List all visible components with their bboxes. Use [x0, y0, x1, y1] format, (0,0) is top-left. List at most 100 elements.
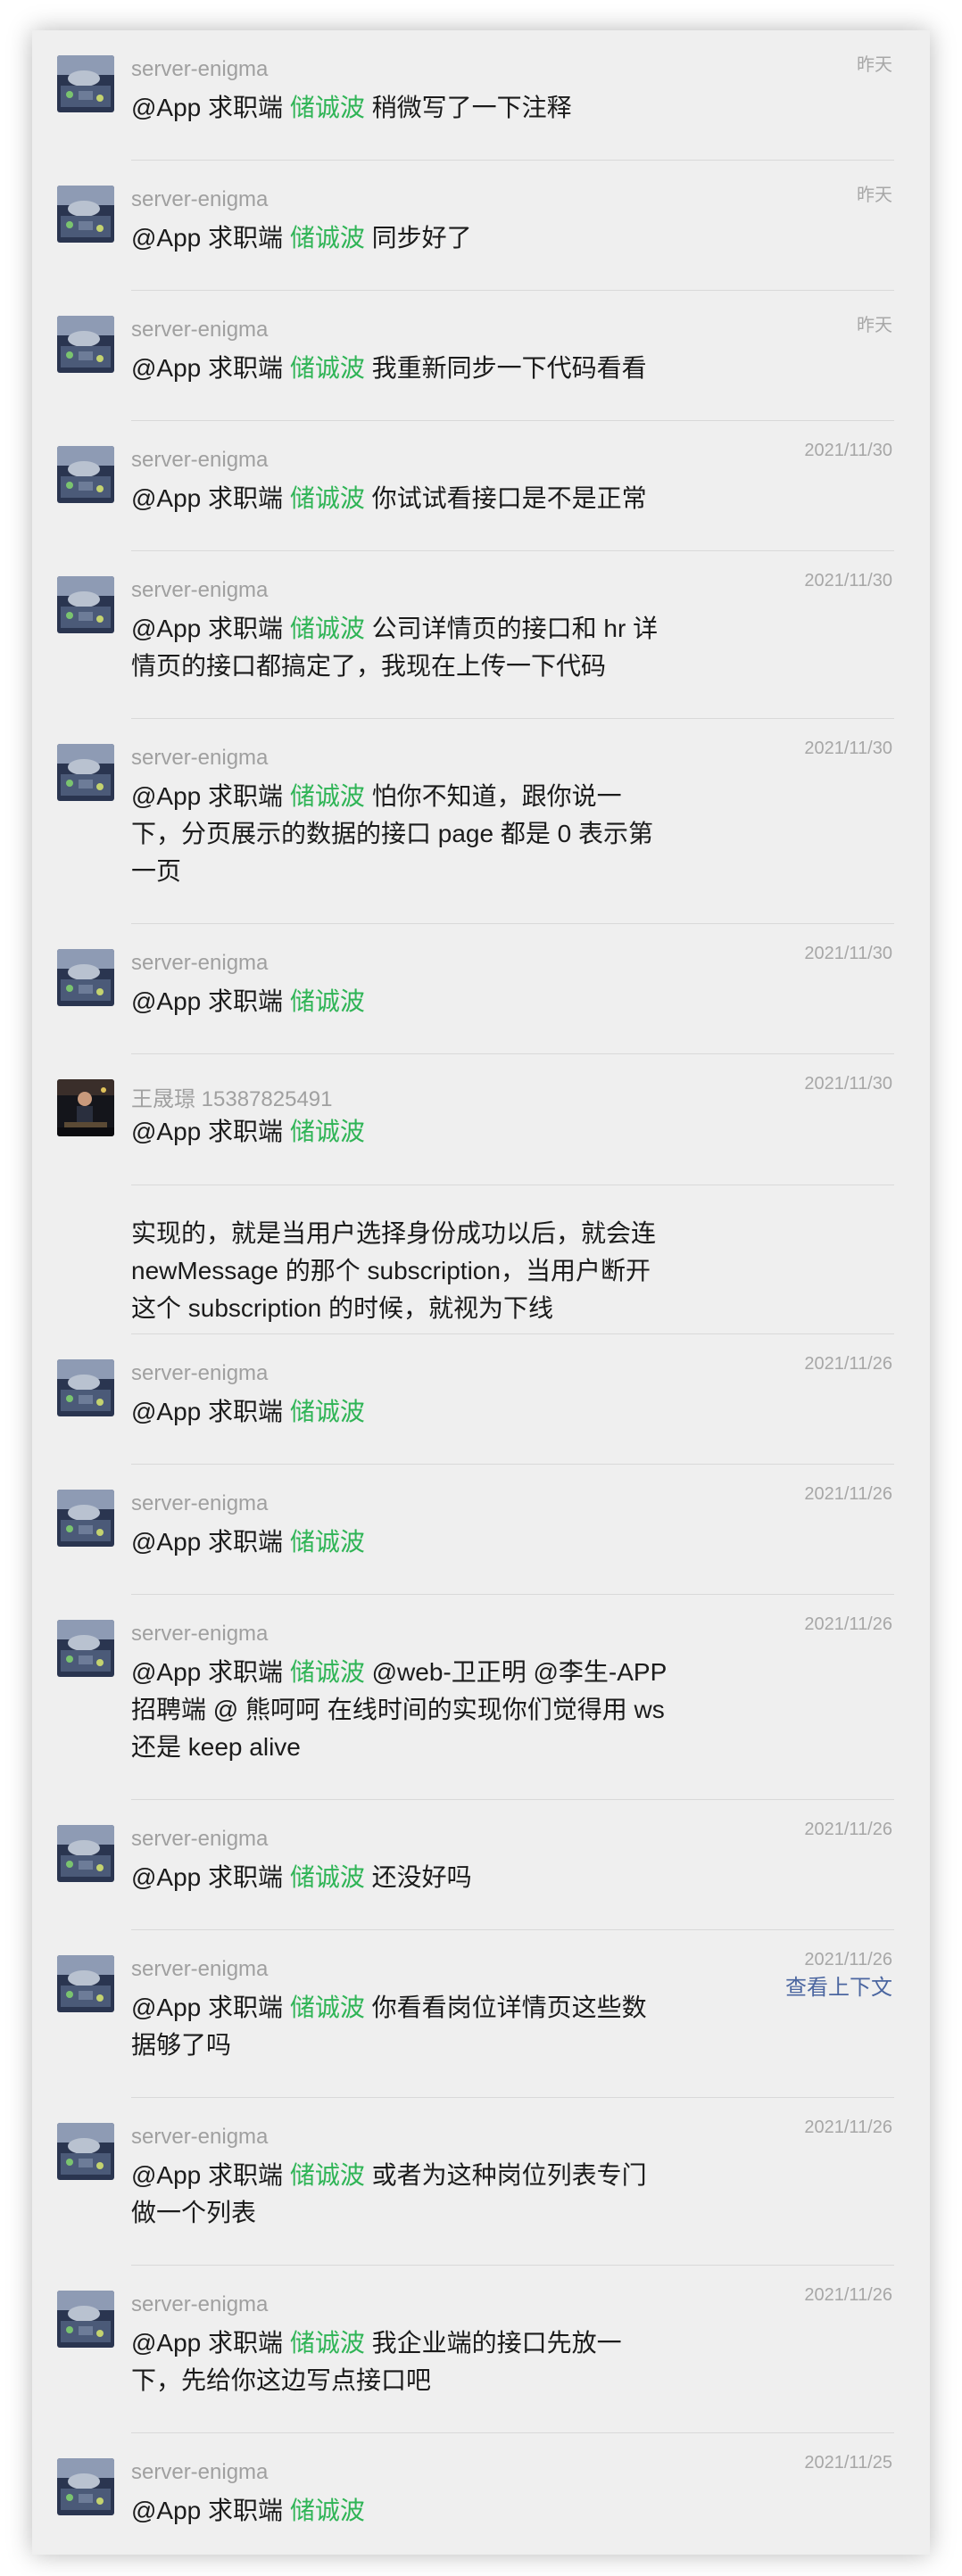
message-time: 2021/11/30	[804, 441, 892, 460]
avatar[interactable]	[57, 576, 114, 633]
view-context-link[interactable]: 查看上下文	[785, 1969, 892, 2001]
list-item[interactable]: server-enigma 2021/11/26 @App 求职端 储诚波 @w…	[32, 1595, 930, 1800]
sender-name: server-enigma	[131, 578, 269, 602]
avatar[interactable]	[57, 1620, 114, 1677]
list-item[interactable]: server-enigma 2021/11/26 @App 求职端 储诚波	[32, 1465, 930, 1595]
sender-name: server-enigma	[131, 1957, 269, 1981]
mention-name: 储诚波	[289, 1528, 365, 1556]
avatar[interactable]	[57, 2458, 114, 2515]
list-item[interactable]: server-enigma 昨天 @App 求职端 储诚波 稍微写了一下注释	[32, 30, 930, 161]
message-time: 2021/11/30	[804, 1074, 892, 1094]
list-item[interactable]: 王晟璟 15387825491 2021/11/30 @App 求职端 储诚波 …	[32, 1054, 930, 1334]
sender-name: server-enigma	[131, 1361, 269, 1385]
list-item[interactable]: server-enigma 2021/11/30 @App 求职端 储诚波 怕你…	[32, 719, 930, 924]
message-content: 还没好吗	[364, 1863, 472, 1891]
avatar[interactable]	[57, 1079, 114, 1136]
avatar[interactable]	[57, 744, 114, 801]
list-item[interactable]: server-enigma 2021/11/26 @App 求职端 储诚波	[32, 1334, 930, 1465]
list-item[interactable]: server-enigma 2021/11/26 @App 求职端 储诚波 我企…	[32, 2266, 930, 2433]
message-text: @App 求职端 储诚波	[131, 983, 667, 1020]
sender-name: server-enigma	[131, 1622, 269, 1646]
message-time: 昨天	[857, 186, 892, 205]
avatar[interactable]	[57, 446, 114, 503]
avatar[interactable]	[57, 1490, 114, 1547]
avatar[interactable]	[57, 1955, 114, 2012]
message-text: @App 求职端 储诚波 或者为这种岗位列表专门做一个列表	[131, 2157, 667, 2232]
sender-name: server-enigma	[131, 1827, 269, 1851]
message-text: @App 求职端 储诚波 怕你不知道，跟你说一下，分页展示的数据的接口 page…	[131, 778, 667, 890]
mention-name: 储诚波	[289, 1658, 365, 1686]
mention-name: 储诚波	[289, 987, 365, 1015]
mention-group: @App 求职端	[131, 354, 290, 382]
avatar[interactable]	[57, 186, 114, 243]
message-content: 你试试看接口是不是正常	[364, 484, 647, 512]
sender-name: server-enigma	[131, 448, 269, 472]
mention-name: 储诚波	[289, 2329, 365, 2357]
message-text: @App 求职端 储诚波 还没好吗	[131, 1859, 667, 1896]
message-time: 2021/11/26	[804, 2118, 892, 2137]
list-item[interactable]: server-enigma 2021/11/30 @App 求职端 储诚波	[32, 924, 930, 1054]
message-text: @App 求职端 储诚波 你看看岗位详情页这些数据够了吗	[131, 1989, 667, 2064]
mention-group: @App 求职端	[131, 987, 290, 1015]
avatar[interactable]	[57, 316, 114, 373]
list-item[interactable]: server-enigma 昨天 @App 求职端 储诚波 我重新同步一下代码看…	[32, 291, 930, 421]
mention-group: @App 求职端	[131, 1863, 290, 1891]
avatar[interactable]	[57, 2291, 114, 2348]
message-text: @App 求职端 储诚波 @web-卫正明 @李生-APP 招聘端 @ 熊呵呵 …	[131, 1654, 667, 1766]
avatar[interactable]	[57, 55, 114, 112]
sender-name: server-enigma	[131, 951, 269, 975]
message-text: @App 求职端 储诚波 我重新同步一下代码看看	[131, 350, 667, 387]
follow-up-text: 实现的，就是当用户选择身份成功以后，就会连 newMessage 的那个 sub…	[131, 1219, 657, 1322]
avatar[interactable]	[57, 949, 114, 1006]
mention-group: @App 求职端	[131, 615, 290, 642]
list-item[interactable]: server-enigma 2021/11/30 @App 求职端 储诚波 你试…	[32, 421, 930, 551]
mention-group: @App 求职端	[131, 94, 290, 121]
message-time: 2021/11/26	[804, 1950, 892, 1969]
list-item[interactable]: server-enigma 2021/11/25 @App 求职端 储诚波	[32, 2433, 930, 2555]
message-time: 2021/11/30	[804, 739, 892, 758]
mention-name: 储诚波	[289, 484, 365, 512]
message-time: 2021/11/26	[804, 1820, 892, 1839]
mention-name: 储诚波	[289, 2161, 365, 2189]
mention-group: @App 求职端	[131, 2161, 290, 2189]
mention-group: @App 求职端	[131, 2497, 290, 2524]
mention-name: 储诚波	[289, 1118, 365, 1145]
mention-group: @App 求职端	[131, 2329, 290, 2357]
sender-name: server-enigma	[131, 2125, 269, 2149]
sender-name: 王晟璟 15387825491	[131, 1087, 333, 1111]
mention-group: @App 求职端	[131, 782, 290, 810]
mention-group: @App 求职端	[131, 1528, 290, 1556]
list-item[interactable]: server-enigma 2021/11/30 @App 求职端 储诚波 公司…	[32, 551, 930, 719]
avatar[interactable]	[57, 1825, 114, 1882]
message-text: @App 求职端 储诚波 同步好了	[131, 219, 667, 257]
message-text: @App 求职端 储诚波	[131, 2492, 667, 2530]
message-time: 2021/11/26	[804, 1614, 892, 1634]
mention-group: @App 求职端	[131, 1994, 290, 2021]
message-list-panel: server-enigma 昨天 @App 求职端 储诚波 稍微写了一下注释 s…	[32, 30, 930, 2555]
message-text: @App 求职端 储诚波	[131, 1113, 667, 1151]
mention-name: 储诚波	[289, 615, 365, 642]
avatar[interactable]	[57, 1359, 114, 1416]
message-content: 我重新同步一下代码看看	[364, 354, 647, 382]
list-item[interactable]: server-enigma 昨天 @App 求职端 储诚波 同步好了	[32, 161, 930, 291]
list-item[interactable]: server-enigma 2021/11/26 @App 求职端 储诚波 或者…	[32, 2098, 930, 2266]
message-time: 2021/11/26	[804, 1354, 892, 1374]
avatar[interactable]	[57, 2123, 114, 2180]
message-content: 稍微写了一下注释	[364, 94, 572, 121]
mention-group: @App 求职端	[131, 1118, 290, 1145]
sender-name: server-enigma	[131, 2460, 269, 2484]
message-text: @App 求职端 储诚波	[131, 1523, 667, 1561]
mention-name: 储诚波	[289, 94, 365, 121]
mention-name: 储诚波	[289, 1863, 365, 1891]
mention-group: @App 求职端	[131, 224, 290, 252]
message-time: 2021/11/30	[804, 944, 892, 963]
message-text: @App 求职端 储诚波	[131, 1393, 667, 1431]
message-time: 昨天	[857, 316, 892, 335]
message-text: @App 求职端 储诚波 稍微写了一下注释	[131, 89, 667, 127]
message-content: 同步好了	[364, 224, 472, 252]
list-item[interactable]: server-enigma 2021/11/26 @App 求职端 储诚波 你看…	[32, 1930, 930, 2098]
message-time: 2021/11/26	[804, 2285, 892, 2305]
list-item[interactable]: server-enigma 2021/11/26 @App 求职端 储诚波 还没…	[32, 1800, 930, 1930]
message-time: 2021/11/26	[804, 1484, 892, 1504]
mention-name: 储诚波	[289, 782, 365, 810]
